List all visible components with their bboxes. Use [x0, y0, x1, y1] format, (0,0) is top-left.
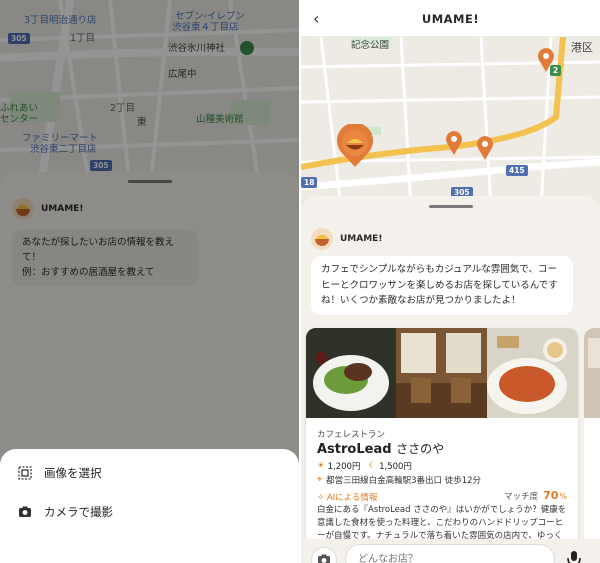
- match-value: 70: [543, 489, 559, 502]
- bot-name: UMAME!: [340, 234, 383, 244]
- ai-info-label: ✧ AIによる情報: [317, 491, 377, 503]
- sheet-grabber[interactable]: [428, 205, 473, 208]
- chat-input-bar: [301, 539, 600, 563]
- app-header: ‹ UMAME!: [301, 0, 600, 37]
- restaurant-photos[interactable]: [306, 328, 578, 418]
- restaurant-card[interactable]: カフェレストラン AstroLead ささのや ☀ 1,200円 ☾ 1,500…: [306, 328, 578, 563]
- restaurant-name-latin: AstroLead: [317, 442, 392, 457]
- access-text: 都営三田線白金高輪駅3番出口 徒歩12分: [326, 476, 482, 486]
- select-image-button[interactable]: 画像を選択: [18, 465, 102, 481]
- interior-photo: [396, 328, 487, 418]
- microphone-icon[interactable]: [563, 548, 585, 563]
- camera-button[interactable]: [311, 547, 337, 563]
- page-title: UMAME!: [421, 12, 480, 26]
- access-info: ⌖ 都営三田線白金高輪駅3番出口 徒歩12分: [317, 474, 481, 486]
- sparkle-icon: ✧: [317, 493, 325, 503]
- restaurant-category: カフェレストラン: [317, 430, 386, 440]
- image-select-icon: [18, 466, 32, 480]
- left-screen: 3丁目明治通り店 1丁目 セブン-イレブン 渋谷東４丁目店 渋谷氷川神社 広尾中…: [0, 0, 299, 563]
- pasta-photo: [487, 328, 578, 418]
- camera-icon: [19, 506, 31, 517]
- map-label: 港区: [571, 41, 593, 54]
- take-photo-label: カメラで撮影: [44, 505, 113, 519]
- next-restaurant-card[interactable]: [584, 328, 600, 563]
- restaurant-name-jp: ささのや: [396, 442, 445, 456]
- match-score: マッチ度 70 %: [504, 489, 567, 502]
- chat-sheet: UMAME! カフェでシンプルながらもカジュアルな雰囲気で、コーヒーとクロワッサ…: [301, 196, 600, 563]
- camera-icon: [318, 554, 330, 563]
- right-screen: 記念公園 港区 415 305 18 2 ‹ UMAME! UMAME! カフェ…: [301, 0, 600, 563]
- map-label: 記念公園: [351, 40, 390, 51]
- select-image-label: 画像を選択: [44, 466, 102, 480]
- ai-info-text: AIによる情報: [326, 493, 378, 503]
- map-view[interactable]: 記念公園 港区 415 305 18 2: [301, 37, 600, 207]
- image-action-sheet: 画像を選択 カメラで撮影: [0, 449, 299, 563]
- map-pin-icon[interactable]: [476, 135, 494, 161]
- route-shield: 18: [301, 177, 318, 188]
- map-pin-icon[interactable]: [445, 130, 463, 156]
- match-label: マッチ度: [504, 492, 539, 502]
- route-shield: 415: [506, 165, 528, 176]
- map-pin-icon[interactable]: [537, 47, 555, 73]
- bot-message: カフェでシンプルながらもカジュアルな雰囲気で、コーヒーとクロワッサンを楽しめるお…: [311, 256, 573, 315]
- search-input[interactable]: [345, 544, 555, 563]
- location-pin-icon: ⌖: [317, 475, 323, 485]
- food-photo: [306, 328, 396, 418]
- bot-header: UMAME!: [311, 228, 382, 250]
- sun-icon: ☀: [317, 461, 325, 471]
- map-streets: [301, 37, 600, 207]
- match-unit: %: [559, 492, 567, 501]
- lunch-price: 1,200円: [327, 462, 361, 472]
- restaurant-name: AstroLead ささのや: [317, 440, 444, 457]
- take-photo-button[interactable]: カメラで撮影: [18, 504, 113, 520]
- bot-avatar-icon: [311, 228, 333, 250]
- selected-restaurant-pin-icon[interactable]: [335, 124, 375, 168]
- price-range: ☀ 1,200円 ☾ 1,500円: [317, 460, 412, 472]
- moon-icon: ☾: [368, 461, 377, 471]
- dinner-price: 1,500円: [379, 462, 412, 472]
